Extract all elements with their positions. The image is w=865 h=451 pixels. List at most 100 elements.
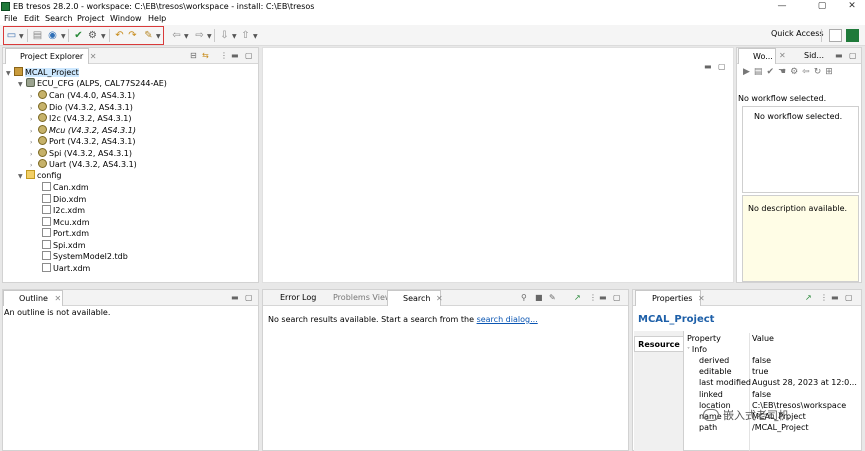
book-icon[interactable]: ▤ <box>754 67 767 77</box>
tab-problems-view[interactable]: Problems View <box>319 290 391 306</box>
properties-header: Property Value <box>687 334 774 343</box>
bottom-minimize-icon[interactable]: ▬ <box>599 293 607 302</box>
menu-help[interactable]: Help <box>148 13 166 25</box>
refresh-icon[interactable]: ↻ <box>814 67 826 77</box>
back-dropdown-icon[interactable]: ▼ <box>184 33 189 40</box>
close-tab-icon[interactable]: ✕ <box>90 52 97 61</box>
close-outline-tab-icon[interactable]: ✕ <box>55 294 62 303</box>
expand-icon[interactable]: ⊞ <box>825 67 837 77</box>
menu-file[interactable]: File <box>4 13 17 25</box>
minimize-view-icon[interactable]: ▬ <box>231 51 239 60</box>
next-annotation-icon[interactable]: ⇩ <box>218 29 231 42</box>
run-icon[interactable]: ▶ <box>743 67 754 77</box>
tree-item-ecu[interactable]: ▼ ECU_CFG (ALPS, CAL77S244-AE) <box>18 78 167 90</box>
search-dialog-link[interactable]: search dialog... <box>477 315 538 324</box>
close-button[interactable]: ✕ <box>837 0 865 13</box>
folder-icon <box>26 170 35 179</box>
tree-item-module[interactable]: › Mcu (V4.3.2, AS4.3.1) <box>30 124 136 137</box>
tree-item-file[interactable]: Can.xdm <box>42 182 89 193</box>
tab-properties[interactable]: Properties ✕ <box>635 290 705 306</box>
menu-search[interactable]: Search <box>45 13 72 25</box>
tree-item-module[interactable]: › Port (V4.3.2, AS4.3.1) <box>30 136 135 148</box>
file-icon <box>42 262 51 272</box>
tresos-perspective-icon[interactable] <box>846 29 859 42</box>
tree-item-file[interactable]: Mcu.xdm <box>42 216 90 228</box>
settings-icon[interactable]: ⚙ <box>790 67 802 77</box>
maximize-view-icon[interactable]: ▢ <box>245 51 253 60</box>
menu-edit[interactable]: Edit <box>24 13 40 25</box>
editor-minimize-icon[interactable]: ▬ <box>704 62 712 71</box>
pin-properties-icon[interactable]: ↗ <box>805 293 812 302</box>
tab-project-explorer[interactable]: Project Explorer ✕ <box>5 48 96 64</box>
property-row[interactable]: path/MCAL_Project <box>687 422 861 433</box>
outline-minimize-icon[interactable]: ▬ <box>231 293 239 302</box>
back-icon[interactable]: ⇦ <box>170 29 183 42</box>
stop-icon[interactable]: ■ <box>535 293 543 302</box>
properties-side-tabs: Resource <box>634 331 684 451</box>
back-nav-icon[interactable]: ⇦ <box>802 67 814 77</box>
next-annotation-dropdown-icon[interactable]: ▼ <box>232 33 237 40</box>
tree-item-module[interactable]: › Dio (V4.3.2, AS4.3.1) <box>30 101 133 114</box>
search-history-icon[interactable]: ⚲ <box>521 293 527 302</box>
perspective-open-icon[interactable] <box>829 29 842 42</box>
tab-workflows[interactable]: Wo... <box>738 48 776 64</box>
collapse-all-icon[interactable]: ⊟ <box>190 51 197 60</box>
close-search-tab-icon[interactable]: ✕ <box>436 294 443 303</box>
tree-item-config-folder[interactable]: ▼ config <box>18 170 61 182</box>
workflow-list[interactable]: No workflow selected. <box>742 106 859 193</box>
tree-item-file[interactable]: Dio.xdm <box>42 193 86 205</box>
hand-icon[interactable]: ☚ <box>778 67 790 77</box>
file-icon <box>42 239 51 249</box>
view-menu-dots-icon[interactable]: ⋮ <box>589 293 597 302</box>
workflow-minimize-icon[interactable]: ▬ <box>835 51 843 60</box>
minimize-button[interactable]: — <box>767 0 797 13</box>
editor-maximize-icon[interactable]: ▢ <box>718 62 726 71</box>
bottom-maximize-icon[interactable]: ▢ <box>613 293 621 302</box>
tree-item-module[interactable]: › Spi (V4.3.2, AS4.3.1) <box>30 147 132 160</box>
quick-access-field[interactable]: Quick Access <box>771 29 824 38</box>
tree-item-file[interactable]: Uart.xdm <box>42 262 90 274</box>
tree-item-file[interactable]: I2c.xdm <box>42 205 85 216</box>
properties-section-info[interactable]: ˅ Info <box>687 344 707 355</box>
property-row[interactable]: linked false <box>687 389 861 400</box>
search-message: No search results available. Start a sea… <box>268 315 538 324</box>
tree-item-file[interactable]: SystemModel2.tdb <box>42 251 128 262</box>
properties-menu-icon[interactable]: ⋮ <box>820 293 828 302</box>
outline-maximize-icon[interactable]: ▢ <box>245 293 253 302</box>
file-icon <box>42 216 51 226</box>
forward-dropdown-icon[interactable]: ▼ <box>207 33 212 40</box>
pin-icon[interactable]: ✎ <box>549 293 556 302</box>
menu-window[interactable]: Window <box>110 13 142 25</box>
tab-sidebar[interactable]: Sid... <box>792 48 832 64</box>
view-menu-icon[interactable]: ⋮ <box>220 51 228 60</box>
forward-icon[interactable]: ⇨ <box>193 29 206 42</box>
check-icon[interactable]: ✔ <box>766 67 778 77</box>
new-view-icon[interactable]: ↗ <box>574 293 581 302</box>
tab-resource[interactable]: Resource <box>634 336 684 352</box>
tree-item-module[interactable]: › Can (V4.4.0, AS4.3.1) <box>30 90 135 102</box>
workflow-toolbar: ▶▤✔☚⚙⇦↻⊞ <box>743 67 837 77</box>
prev-annotation-dropdown-icon[interactable]: ▼ <box>253 33 258 40</box>
tab-error-log[interactable]: Error Log <box>265 290 319 306</box>
maximize-button[interactable]: ▢ <box>807 0 837 13</box>
property-row[interactable]: derived false <box>687 355 861 366</box>
workflow-description: No description available. <box>742 195 859 282</box>
link-editor-icon[interactable]: ⇆ <box>202 51 209 60</box>
close-workflows-tab-icon[interactable]: ✕ <box>779 51 786 60</box>
property-row[interactable]: editable true <box>687 366 861 377</box>
workflow-maximize-icon[interactable]: ▢ <box>849 51 857 60</box>
tree-item-file[interactable]: Spi.xdm <box>42 239 86 251</box>
module-icon <box>38 136 47 145</box>
prev-annotation-icon[interactable]: ⇧ <box>239 29 252 42</box>
property-row[interactable]: last modified August 28, 2023 at 12:0... <box>687 377 861 388</box>
properties-minimize-icon[interactable]: ▬ <box>831 293 839 302</box>
workflow-status: No workflow selected. <box>738 94 827 103</box>
tab-search[interactable]: Search ✕ <box>387 290 443 306</box>
tree-item-module[interactable]: › I2c (V4.3.2, AS4.3.1) <box>30 113 131 125</box>
properties-maximize-icon[interactable]: ▢ <box>845 293 853 302</box>
workflow-tabbar: Wo... ✕ Sid... ▬ ▢ <box>737 48 861 64</box>
close-properties-tab-icon[interactable]: ✕ <box>698 294 705 303</box>
tab-outline[interactable]: Outline ✕ <box>3 290 63 306</box>
tree-item-file[interactable]: Port.xdm <box>42 228 89 239</box>
menu-project[interactable]: Project <box>77 13 104 25</box>
